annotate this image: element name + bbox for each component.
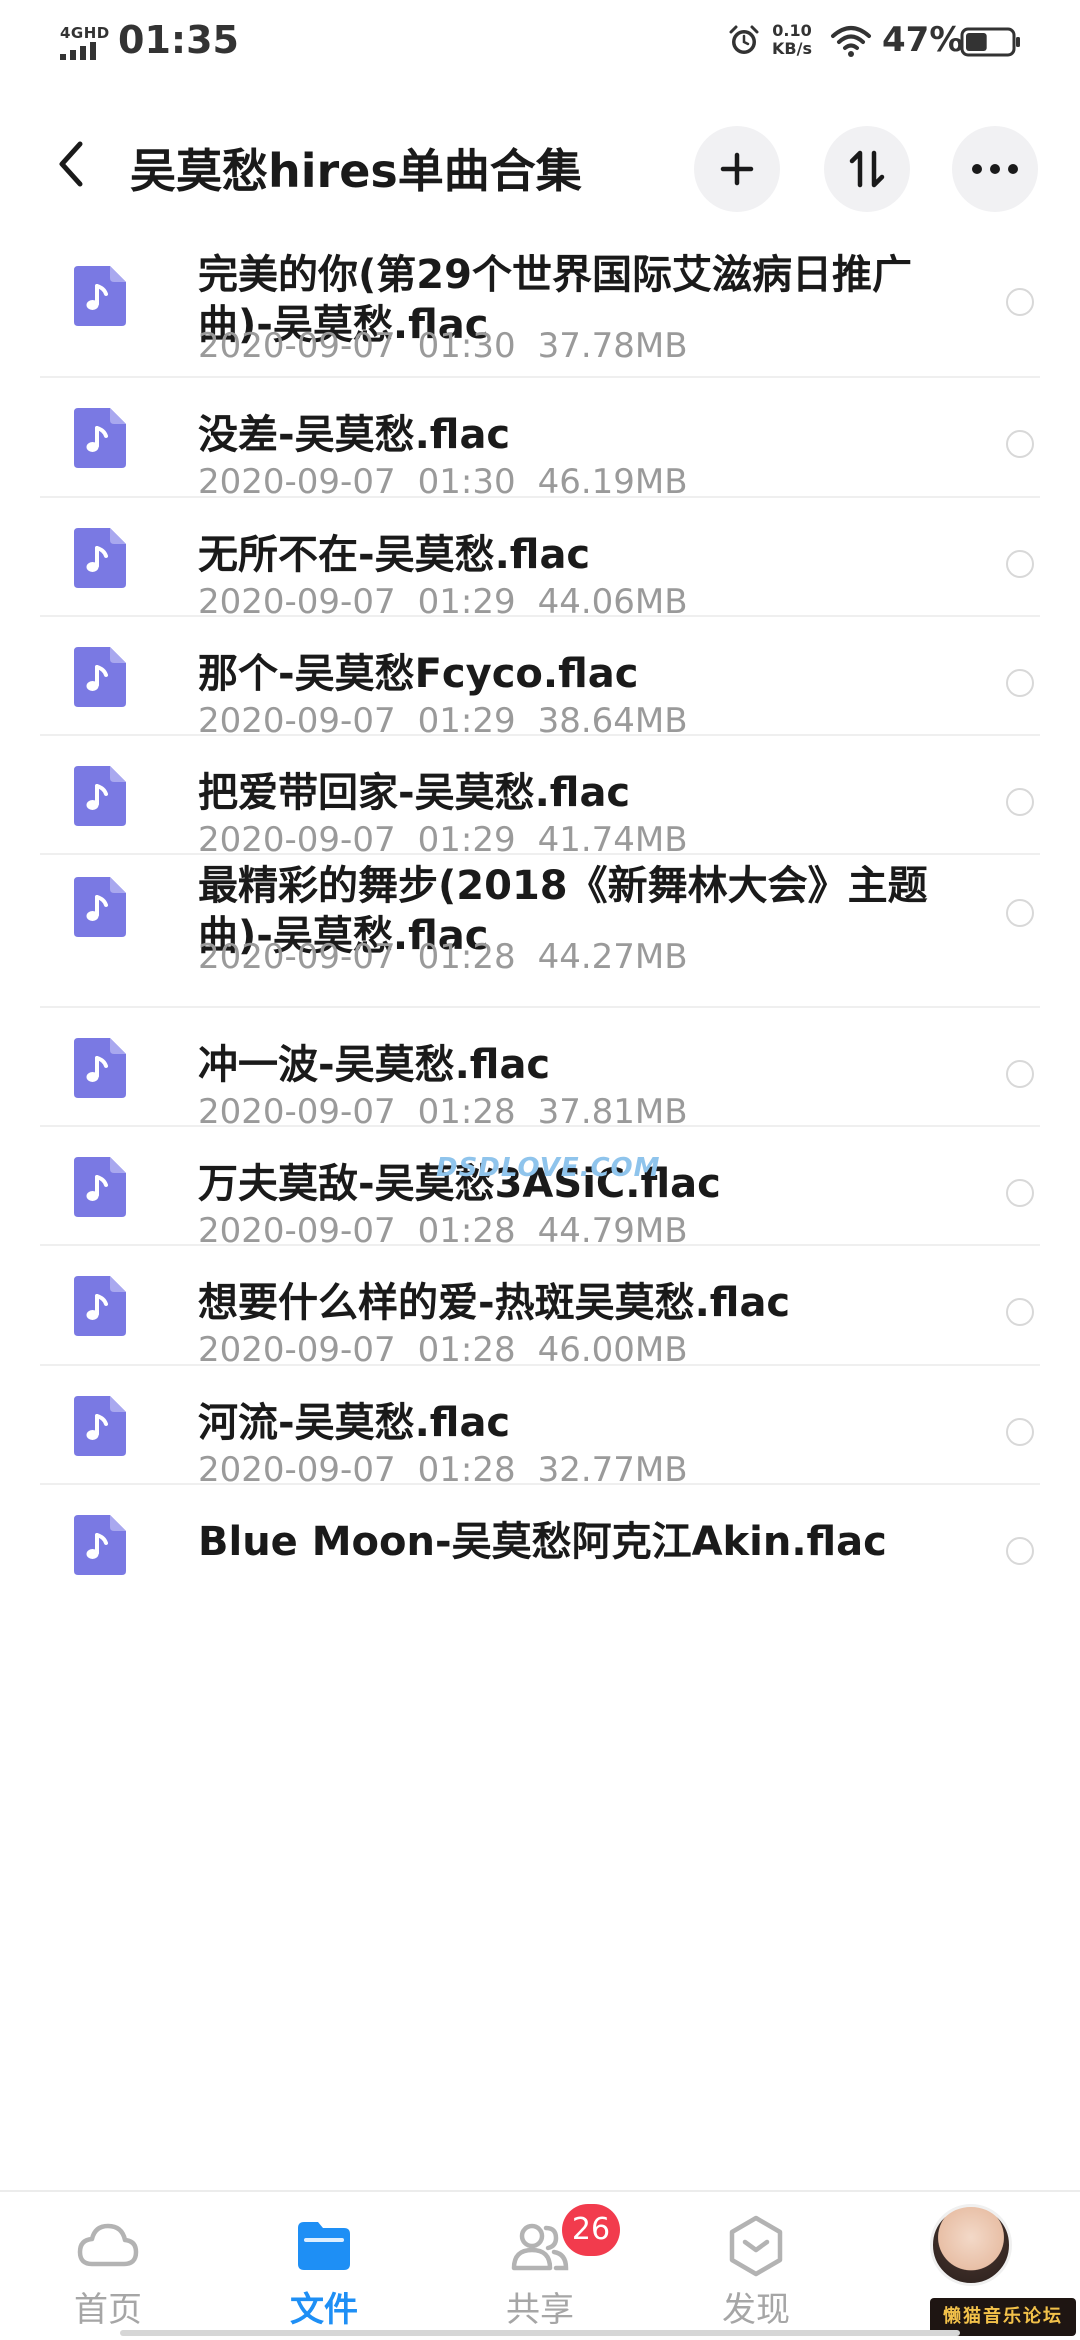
select-checkbox[interactable]	[1006, 669, 1034, 697]
more-dots-icon	[972, 164, 1018, 174]
battery-percent: 47%	[882, 20, 964, 60]
add-button[interactable]	[694, 126, 780, 212]
nav-home-label: 首页	[74, 2290, 142, 2330]
file-name: 河流-吴莫愁.flac	[198, 1400, 511, 1446]
status-bar: 4GHD 01:35 0.10 KB/s 47%	[0, 0, 1080, 84]
file-name: 冲一波-吴莫愁.flac	[198, 1042, 551, 1088]
back-button[interactable]	[48, 136, 94, 192]
file-row[interactable]: 没差-吴莫愁.flac 2020-09-07 01:30 46.19MB	[0, 378, 1080, 502]
file-row[interactable]: 把爱带回家-吴莫愁.flac 2020-09-07 01:29 41.74MB	[0, 736, 1080, 860]
music-file-icon	[74, 266, 126, 326]
select-checkbox[interactable]	[1006, 288, 1034, 316]
file-row[interactable]: 想要什么样的爱-热斑吴莫愁.flac 2020-09-07 01:28 46.00MB	[0, 1246, 1080, 1370]
file-row[interactable]: 那个-吴莫愁Fcyco.flac 2020-09-07 01:29 38.64MB	[0, 617, 1080, 741]
watermark: DSDLOVE.COM	[436, 1153, 661, 1183]
music-file-icon	[74, 408, 126, 468]
network-speed: 0.10 KB/s	[772, 22, 812, 58]
network-type: 4GHD	[60, 24, 110, 42]
status-time: 01:35	[118, 18, 239, 62]
alarm-icon	[729, 25, 759, 54]
file-name: Blue Moon-吴莫愁阿克江Akin.flac	[198, 1519, 887, 1565]
file-row[interactable]: 河流-吴莫愁.flac 2020-09-07 01:28 32.77MB	[0, 1366, 1080, 1490]
folder-icon	[298, 2222, 350, 2270]
file-list: 完美的你(第29个世界国际艾滋病日推广曲)-吴莫愁.flac 2020-09-07…	[0, 244, 1080, 2190]
file-meta: 2020-09-07 01:28 44.27MB	[198, 937, 688, 977]
file-name: 没差-吴莫愁.flac	[198, 412, 511, 458]
music-file-icon	[74, 1157, 126, 1217]
nav-discover[interactable]: 发现	[686, 2214, 826, 2334]
file-name: 那个-吴莫愁Fcyco.flac	[198, 651, 639, 697]
bottom-nav: 首页 文件 26 共享 发现	[0, 2190, 1080, 2340]
file-name: 想要什么样的爱-热斑吴莫愁.flac	[198, 1280, 791, 1326]
sort-arrows-icon	[849, 150, 885, 188]
select-checkbox[interactable]	[1006, 899, 1034, 927]
file-date: 2020-09-07	[198, 326, 396, 366]
nav-home[interactable]: 首页	[38, 2214, 178, 2334]
file-size: 37.78MB	[537, 326, 688, 366]
nav-files[interactable]: 文件	[254, 2214, 394, 2334]
select-checkbox[interactable]	[1006, 1179, 1034, 1207]
network-speed-value: 0.10	[772, 21, 812, 40]
file-row[interactable]: 万夫莫敌-吴莫愁3ASiC.flac 2020-09-07 01:28 44.79MB	[0, 1127, 1080, 1251]
music-file-icon	[74, 766, 126, 826]
file-row[interactable]: 冲一波-吴莫愁.flac 2020-09-07 01:28 37.81MB	[0, 1008, 1080, 1132]
select-checkbox[interactable]	[1006, 1060, 1034, 1088]
wifi-icon	[831, 26, 871, 57]
file-row[interactable]: 完美的你(第29个世界国际艾滋病日推广曲)-吴莫愁.flac 2020-09-07…	[0, 244, 1080, 378]
nav-files-label: 文件	[290, 2290, 358, 2330]
more-button[interactable]	[952, 126, 1038, 212]
file-name: 无所不在-吴莫愁.flac	[198, 532, 591, 578]
music-file-icon	[74, 1515, 126, 1575]
cloud-icon	[77, 2223, 139, 2267]
nav-share[interactable]: 26 共享	[470, 2204, 620, 2334]
file-name: 把爱带回家-吴莫愁.flac	[198, 770, 631, 816]
select-checkbox[interactable]	[1006, 1298, 1034, 1326]
plus-icon	[720, 152, 754, 186]
select-checkbox[interactable]	[1006, 1537, 1034, 1565]
file-date: 2020-09-07	[198, 937, 396, 977]
file-time: 01:30	[417, 326, 516, 366]
select-checkbox[interactable]	[1006, 788, 1034, 816]
music-file-icon	[74, 1038, 126, 1098]
file-meta: 2020-09-07 01:30 37.78MB	[198, 326, 688, 366]
music-file-icon	[74, 877, 126, 937]
file-row[interactable]: 最精彩的舞步(2018《新舞林大会》主题曲)-吴莫愁.flac 2020-09-0…	[0, 855, 1080, 1008]
avatar[interactable]	[930, 2204, 1012, 2286]
signal-icon	[60, 42, 96, 60]
header: 吴莫愁hires单曲合集	[0, 84, 1080, 244]
select-checkbox[interactable]	[1006, 1418, 1034, 1446]
sort-button[interactable]	[824, 126, 910, 212]
page-title: 吴莫愁hires单曲合集	[130, 144, 582, 198]
music-file-icon	[74, 528, 126, 588]
back-chevron-icon	[59, 141, 83, 187]
file-row[interactable]: 无所不在-吴莫愁.flac 2020-09-07 01:29 44.06MB	[0, 498, 1080, 622]
music-file-icon	[74, 1276, 126, 1336]
nav-share-label: 共享	[506, 2290, 574, 2330]
file-size: 44.27MB	[537, 937, 688, 977]
share-badge: 26	[562, 2204, 620, 2256]
select-checkbox[interactable]	[1006, 430, 1034, 458]
file-time: 01:28	[417, 937, 516, 977]
home-indicator[interactable]	[120, 2330, 960, 2336]
select-checkbox[interactable]	[1006, 550, 1034, 578]
network-speed-unit: KB/s	[772, 39, 812, 58]
discover-hexagon-icon	[729, 2215, 783, 2277]
file-row[interactable]: Blue Moon-吴莫愁阿克江Akin.flac	[0, 1485, 1080, 1605]
nav-discover-label: 发现	[722, 2290, 790, 2330]
music-file-icon	[74, 1396, 126, 1456]
battery-icon	[960, 27, 1020, 57]
music-file-icon	[74, 647, 126, 707]
